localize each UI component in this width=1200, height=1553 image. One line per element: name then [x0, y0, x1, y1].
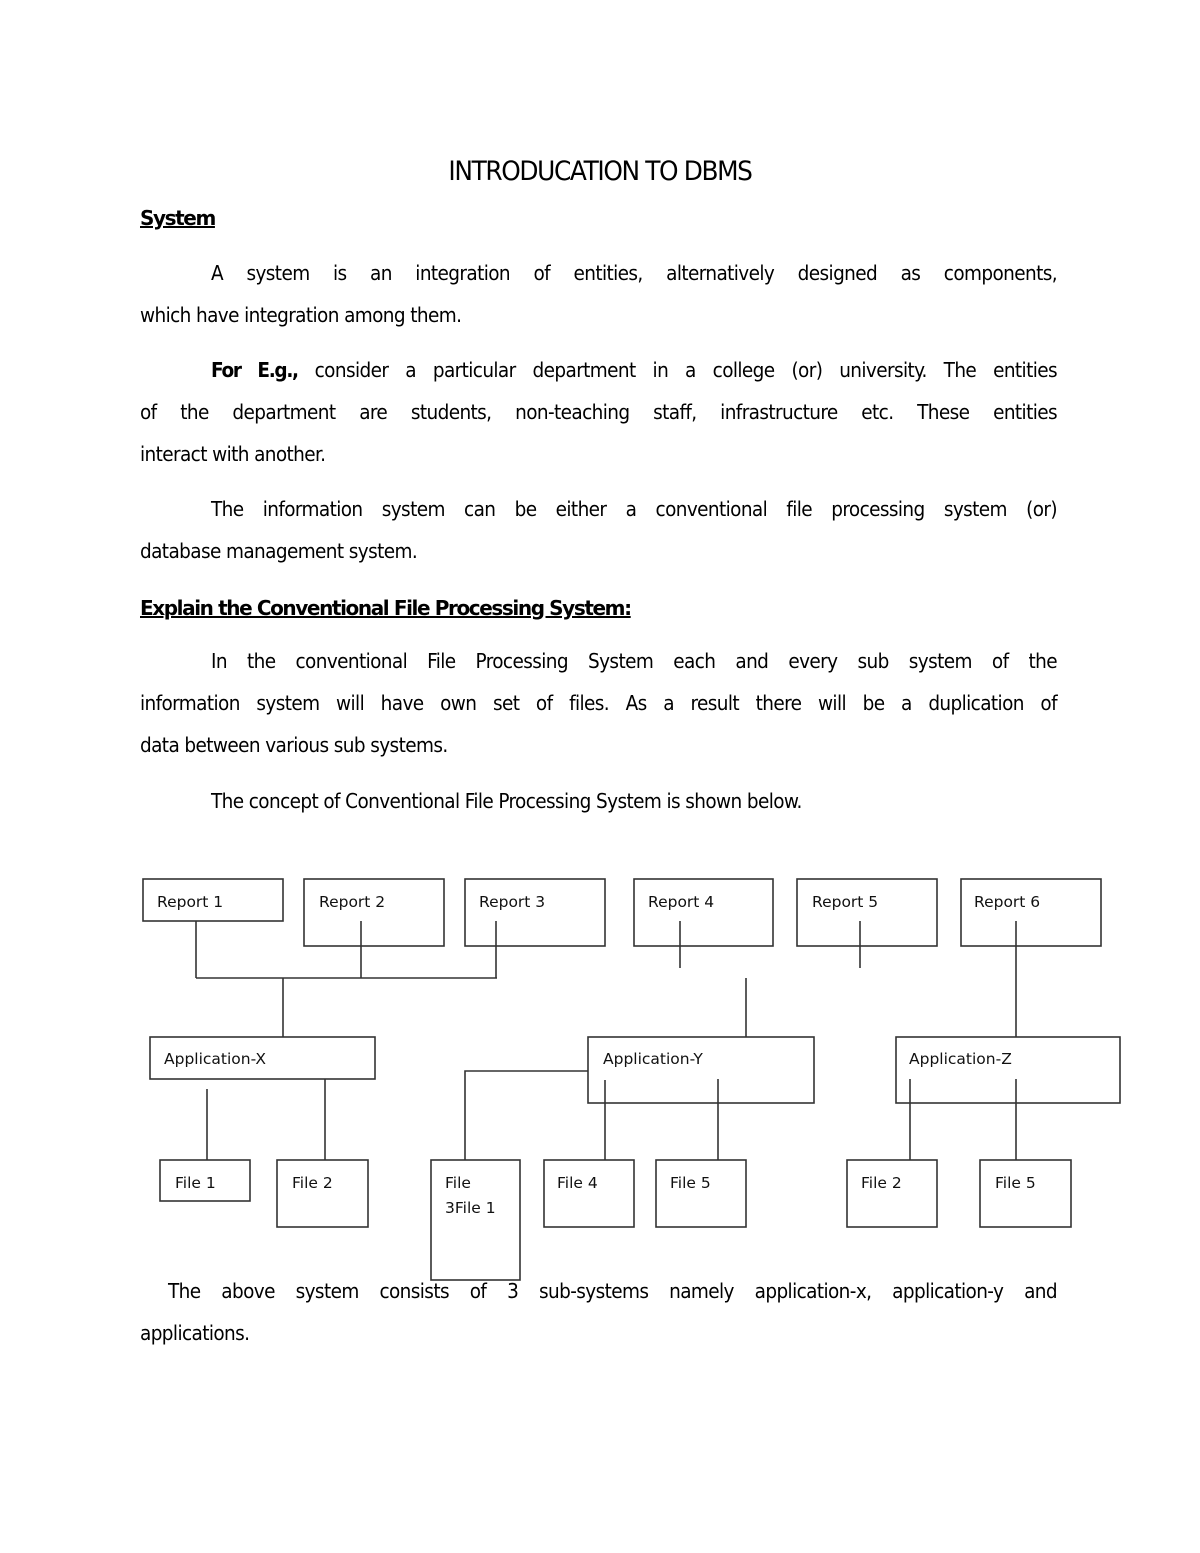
paragraph-line: applications. [140, 1321, 250, 1345]
report-box [303, 878, 445, 947]
file-label: File 2 [861, 1174, 902, 1192]
report-label: Report 6 [974, 893, 1040, 911]
document-page: INTRODUCATION TO DBMS System A system is… [0, 0, 1200, 1553]
application-box [895, 1036, 1121, 1104]
report-label: Report 3 [479, 893, 545, 911]
report-boxes [142, 878, 1102, 947]
file-box [276, 1159, 369, 1228]
file-label: 3File 1 [445, 1199, 496, 1217]
report-box [633, 878, 774, 947]
file-box [655, 1159, 747, 1228]
report-label: Report 2 [319, 893, 385, 911]
report-label: Report 4 [648, 893, 714, 911]
report-label: Report 1 [157, 893, 223, 911]
file-label: File 1 [175, 1174, 216, 1192]
file-box [979, 1159, 1072, 1228]
paragraph-line: The above system consists of 3 sub-syste… [168, 1279, 1058, 1303]
application-label: Application-Y [603, 1050, 703, 1068]
file-label: File 5 [670, 1174, 711, 1192]
application-box [587, 1036, 815, 1104]
report-label: Report 5 [812, 893, 878, 911]
report-box [796, 878, 938, 947]
file-label: File 2 [292, 1174, 333, 1192]
report-box [464, 878, 606, 947]
file-label: File 4 [557, 1174, 598, 1192]
paragraph-conclusion: The above system consists of 3 sub-syste… [140, 1270, 1058, 1354]
file-box [846, 1159, 938, 1228]
application-label: Application-Z [909, 1050, 1012, 1068]
file-box [543, 1159, 635, 1228]
report-box [960, 878, 1102, 947]
file-label: File [445, 1174, 471, 1192]
application-label: Application-X [164, 1050, 266, 1068]
file-label: File 5 [995, 1174, 1036, 1192]
connector-line [464, 1070, 588, 1160]
